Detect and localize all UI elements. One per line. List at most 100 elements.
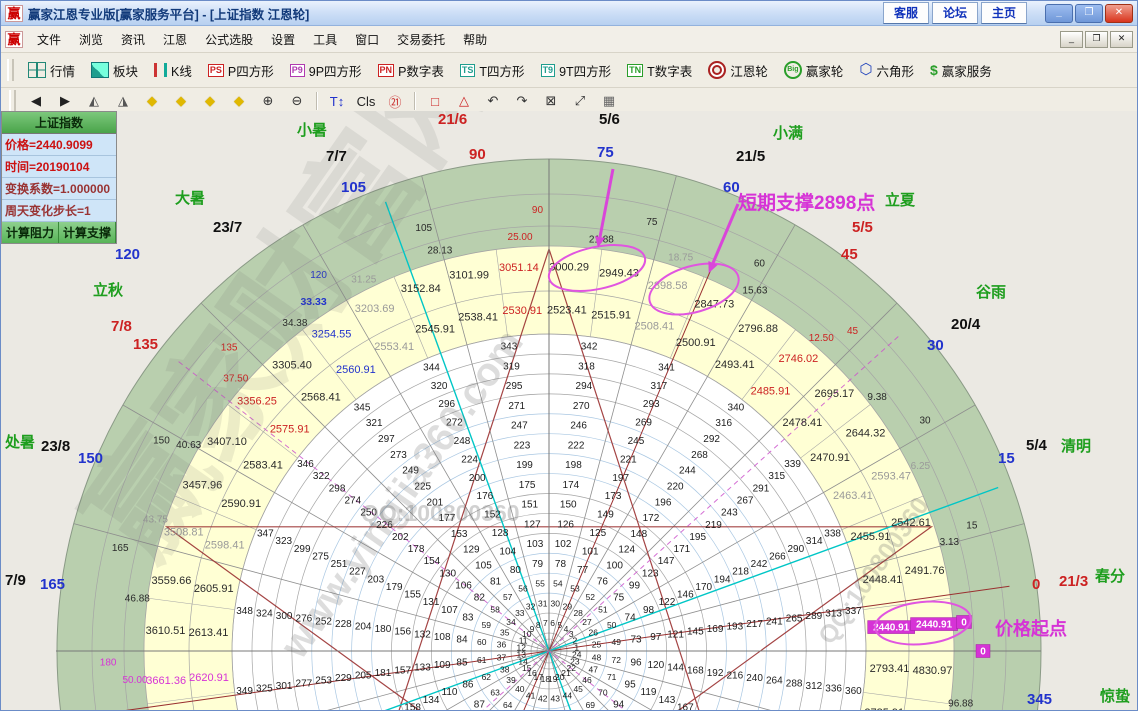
svg-text:56: 56 <box>518 583 528 593</box>
menu-item-江恩[interactable]: 江恩 <box>154 28 196 51</box>
toolbar-button-9T四方形[interactable]: T99T四方形 <box>534 57 619 84</box>
minimize-button[interactable]: _ <box>1045 4 1073 23</box>
menu-item-资讯[interactable]: 资讯 <box>112 28 154 51</box>
toolbar-button-行情[interactable]: 行情 <box>21 57 82 84</box>
svg-text:167: 167 <box>677 702 694 710</box>
mdi-minimize-button[interactable]: _ <box>1060 31 1083 48</box>
quick-button-主页[interactable]: 主页 <box>981 2 1027 24</box>
close-button[interactable]: ✕ <box>1105 4 1133 23</box>
svg-text:219: 219 <box>705 520 722 531</box>
toolbar-button-P数字表[interactable]: PNP数字表 <box>371 57 451 84</box>
panel-button-计算支撑[interactable]: 计算支撑 <box>59 222 116 243</box>
zoom-in-button[interactable]: ⊕ <box>254 90 282 112</box>
svg-text:295: 295 <box>506 381 523 392</box>
svg-text:83: 83 <box>462 612 474 623</box>
svg-text:74: 74 <box>625 612 637 623</box>
pointer-down-button[interactable]: ◮ <box>109 90 137 112</box>
svg-text:2613.41: 2613.41 <box>189 627 229 639</box>
pointer-up-button[interactable]: ◭ <box>80 90 108 112</box>
svg-text:105: 105 <box>341 179 366 196</box>
svg-text:29: 29 <box>563 602 573 612</box>
svg-text:7: 7 <box>543 618 548 628</box>
toolbar-button-T数字表[interactable]: TNT数字表 <box>620 57 699 84</box>
square-tool-button[interactable]: □ <box>421 90 449 112</box>
step-left-button[interactable]: ◆ <box>138 90 166 112</box>
svg-text:106: 106 <box>455 580 472 591</box>
svg-text:99: 99 <box>629 580 641 591</box>
toolbar-button-P四方形[interactable]: PSP四方形 <box>201 57 281 84</box>
toolbar-button-六角形[interactable]: ⬡六角形 <box>852 57 921 84</box>
svg-text:122: 122 <box>659 597 676 608</box>
menu-item-浏览[interactable]: 浏览 <box>70 28 112 51</box>
box-x-button[interactable]: ⊠ <box>537 90 565 112</box>
svg-text:3: 3 <box>569 629 574 639</box>
svg-text:156: 156 <box>394 627 411 638</box>
svg-text:21/5: 21/5 <box>736 148 765 165</box>
toolbar-label: P四方形 <box>228 61 274 80</box>
menu-item-公式选股[interactable]: 公式选股 <box>196 28 262 51</box>
svg-text:27: 27 <box>582 617 592 627</box>
calendar-21-button[interactable]: ㉑ <box>381 90 409 112</box>
menu-item-设置[interactable]: 设置 <box>262 28 304 51</box>
cls-button[interactable]: Cls <box>352 90 380 112</box>
svg-text:148: 148 <box>630 529 647 540</box>
instrument-title: 上证指数 <box>2 112 116 134</box>
page-prev-button[interactable]: ◀ <box>22 90 50 112</box>
menu-item-工具[interactable]: 工具 <box>304 28 346 51</box>
zoom-out-button[interactable]: ⊖ <box>283 90 311 112</box>
svg-text:271: 271 <box>508 401 525 412</box>
svg-text:28: 28 <box>573 608 583 618</box>
svg-text:292: 292 <box>703 434 720 445</box>
menu-item-帮助[interactable]: 帮助 <box>454 28 496 51</box>
svg-text:9.38: 9.38 <box>867 392 887 403</box>
quick-button-客服[interactable]: 客服 <box>883 2 929 24</box>
svg-text:春分: 春分 <box>1095 567 1125 585</box>
step-down-button[interactable]: ◆ <box>225 90 253 112</box>
svg-text:229: 229 <box>335 673 352 684</box>
svg-text:217: 217 <box>746 619 763 630</box>
svg-text:2695.17: 2695.17 <box>814 388 854 400</box>
svg-text:342: 342 <box>581 342 598 353</box>
t-updown-button[interactable]: T↕ <box>323 90 351 112</box>
mdi-restore-button[interactable]: ❐ <box>1085 31 1108 48</box>
svg-text:97: 97 <box>650 632 662 643</box>
menu-item-交易委托[interactable]: 交易委托 <box>388 28 454 51</box>
toolbar-button-K线[interactable]: K线 <box>147 57 199 84</box>
fit-button[interactable]: ⤢ <box>566 90 594 112</box>
grid-icon <box>28 62 46 78</box>
svg-text:344: 344 <box>423 362 440 373</box>
toolbar-button-赢家服务[interactable]: $赢家服务 <box>923 57 999 84</box>
rotate-ccw-button[interactable]: ↶ <box>479 90 507 112</box>
svg-text:324: 324 <box>256 609 273 620</box>
menu-item-文件[interactable]: 文件 <box>28 28 70 51</box>
svg-text:298: 298 <box>329 483 346 494</box>
svg-text:130: 130 <box>439 568 456 579</box>
svg-text:12.50: 12.50 <box>809 333 834 344</box>
step-right-button[interactable]: ◆ <box>167 90 195 112</box>
svg-text:269: 269 <box>635 418 652 429</box>
mdi-close-button[interactable]: ✕ <box>1110 31 1133 48</box>
t-square-icon: TS <box>460 64 476 77</box>
svg-text:246: 246 <box>570 421 587 432</box>
page-next-button[interactable]: ▶ <box>51 90 79 112</box>
menu-item-窗口[interactable]: 窗口 <box>346 28 388 51</box>
maximize-button[interactable]: ❐ <box>1075 4 1103 23</box>
toolbar-button-江恩轮[interactable]: 江恩轮 <box>701 57 775 84</box>
svg-text:151: 151 <box>521 500 538 511</box>
step-up-button[interactable]: ◆ <box>196 90 224 112</box>
svg-text:2470.91: 2470.91 <box>810 452 850 464</box>
quick-button-论坛[interactable]: 论坛 <box>932 2 978 24</box>
toolbar-button-T四方形[interactable]: TST四方形 <box>453 57 532 84</box>
toolbar-button-赢家轮[interactable]: Big赢家轮 <box>777 57 851 84</box>
svg-text:245: 245 <box>628 436 645 447</box>
gann-wheel-canvas[interactable]: 2778.414729.262785.914780.122793.414830.… <box>1 111 1137 710</box>
panel-button-计算阻力[interactable]: 计算阻力 <box>2 222 59 243</box>
rotate-cw-button[interactable]: ↷ <box>508 90 536 112</box>
clear-button[interactable]: ▦ <box>595 90 623 112</box>
triangle-tool-button[interactable]: △ <box>450 90 478 112</box>
svg-text:立夏: 立夏 <box>885 191 916 209</box>
toolbar-button-9P四方形[interactable]: P99P四方形 <box>283 57 369 84</box>
svg-text:275: 275 <box>312 551 329 562</box>
toolbar-button-板块[interactable]: 板块 <box>84 57 145 84</box>
svg-text:32: 32 <box>526 602 536 612</box>
